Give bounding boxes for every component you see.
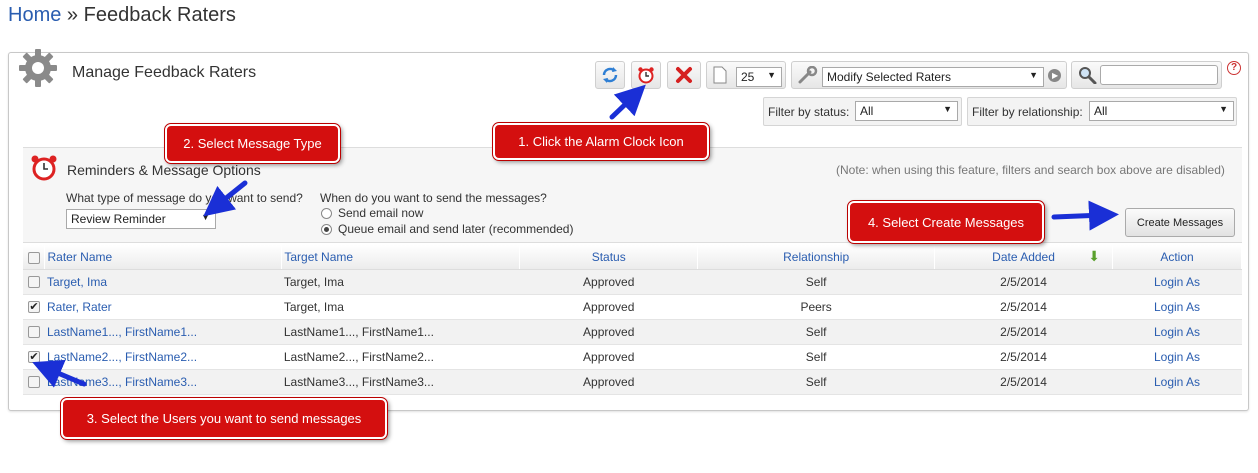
arrow-to-create-messages (1051, 200, 1119, 231)
arrow-to-alarm-clock (609, 84, 646, 120)
arrow-to-message-type (203, 180, 248, 217)
arrow-to-checkbox (32, 359, 87, 388)
annotation-arrows (32, 84, 1119, 388)
